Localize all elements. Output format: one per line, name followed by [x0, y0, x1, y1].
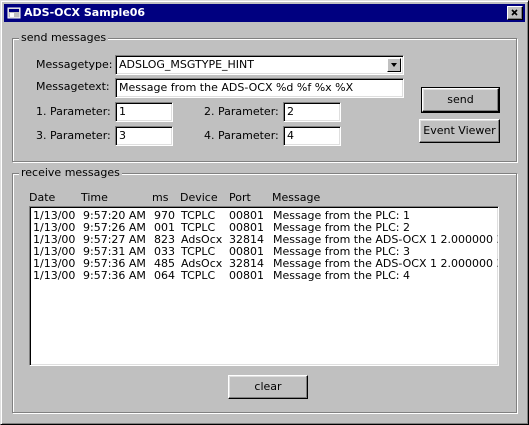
column-header-ms: ms: [152, 191, 169, 204]
column-header-time: Time: [81, 191, 108, 204]
event-viewer-button[interactable]: Event Viewer: [419, 119, 500, 143]
messagetype-select[interactable]: ADSLOG_MSGTYPE_HINT: [115, 55, 404, 75]
send-button-label: send: [447, 93, 474, 106]
row-port: 00801: [229, 269, 264, 282]
column-header-device: Device: [180, 191, 218, 204]
window-title: ADS-OCX Sample06: [24, 6, 146, 19]
parameter2-label: 2. Parameter:: [204, 105, 279, 118]
parameter3-input[interactable]: 3: [115, 126, 173, 146]
receive-messages-label: receive messages: [19, 166, 122, 180]
row-ms: 064: [154, 269, 175, 282]
send-messages-label: send messages: [19, 31, 109, 45]
event-viewer-button-label: Event Viewer: [423, 124, 496, 137]
parameter1-input[interactable]: 1: [115, 102, 173, 122]
clear-button-label: clear: [254, 380, 282, 393]
parameter4-label: 4. Parameter:: [204, 129, 279, 142]
messagetext-label: Messagetext:: [36, 80, 110, 93]
clear-button[interactable]: clear: [228, 375, 308, 399]
parameter2-input[interactable]: 2: [283, 102, 341, 122]
receive-messages-list[interactable]: 1/13/00 9:57:20 AM 970 TCPLC 00801 Messa…: [29, 206, 499, 366]
app-icon: [7, 7, 21, 19]
close-icon: [511, 9, 518, 16]
parameter3-label: 3. Parameter:: [36, 129, 111, 142]
messagetype-label: Messagetype:: [36, 58, 113, 71]
column-header-date: Date: [29, 191, 56, 204]
messagetype-dropdown-button[interactable]: [387, 58, 401, 72]
parameter1-label: 1. Parameter:: [36, 105, 111, 118]
main-window: ADS-OCX Sample06 send messages Messagety…: [0, 0, 529, 425]
send-button[interactable]: send: [421, 87, 500, 113]
row-date: 1/13/00: [33, 269, 76, 282]
messagetype-value: ADSLOG_MSGTYPE_HINT: [119, 58, 254, 71]
messagetext-input[interactable]: Message from the ADS-OCX %d %f %x %X: [115, 78, 404, 98]
parameter4-input[interactable]: 4: [283, 126, 341, 146]
row-message: Message from the PLC: 4: [273, 269, 410, 282]
column-header-port: Port: [229, 191, 251, 204]
chevron-down-icon: [391, 63, 397, 67]
title-bar[interactable]: ADS-OCX Sample06: [4, 4, 525, 22]
row-time: 9:57:36 AM: [83, 269, 146, 282]
close-button[interactable]: [507, 6, 523, 20]
column-header-message: Message: [272, 191, 321, 204]
row-device: TCPLC: [181, 269, 216, 282]
